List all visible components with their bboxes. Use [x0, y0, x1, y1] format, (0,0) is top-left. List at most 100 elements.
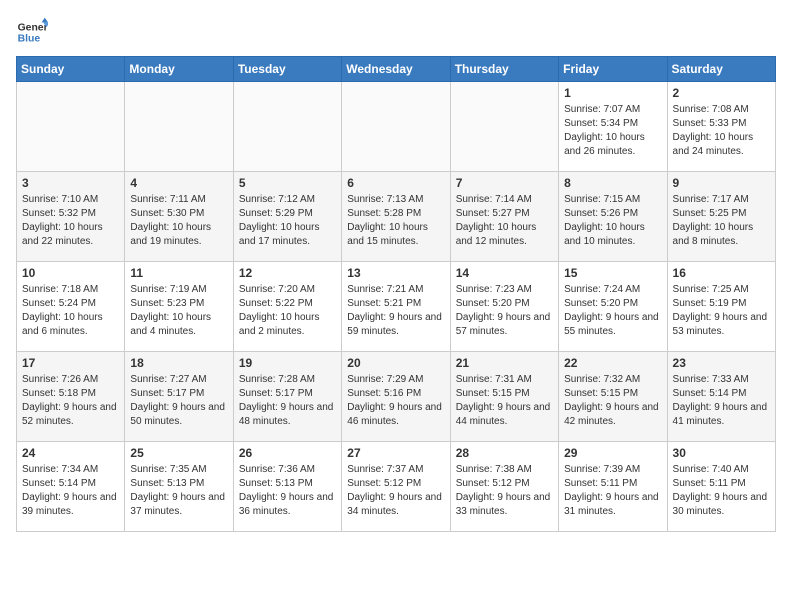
calendar-table: SundayMondayTuesdayWednesdayThursdayFrid… — [16, 56, 776, 532]
day-info: Sunrise: 7:37 AMSunset: 5:12 PMDaylight:… — [347, 463, 444, 519]
day-info: Sunrise: 7:31 AMSunset: 5:15 PMDaylight:… — [456, 373, 553, 429]
calendar-cell: 5 Sunrise: 7:12 AMSunset: 5:29 PMDaylight… — [233, 172, 341, 262]
header-day-saturday: Saturday — [667, 57, 775, 82]
calendar-cell: 9 Sunrise: 7:17 AMSunset: 5:25 PMDaylight… — [667, 172, 775, 262]
day-info: Sunrise: 7:17 AMSunset: 5:25 PMDaylight:… — [673, 193, 770, 249]
day-number: 11 — [130, 266, 227, 280]
day-info: Sunrise: 7:32 AMSunset: 5:15 PMDaylight:… — [564, 373, 661, 429]
calendar-cell: 16 Sunrise: 7:25 AMSunset: 5:19 PMDayligh… — [667, 262, 775, 352]
day-number: 15 — [564, 266, 661, 280]
day-number: 8 — [564, 176, 661, 190]
header: General Blue — [16, 16, 776, 48]
calendar-cell: 25Sunrise: 7:35 AMSunset: 5:13 PMDayligh… — [125, 442, 233, 532]
calendar-cell: 14 Sunrise: 7:23 AMSunset: 5:20 PMDayligh… — [450, 262, 558, 352]
day-info: Sunrise: 7:19 AMSunset: 5:23 PMDaylight:… — [130, 283, 227, 339]
header-day-monday: Monday — [125, 57, 233, 82]
calendar-cell: 24Sunrise: 7:34 AMSunset: 5:14 PMDayligh… — [17, 442, 125, 532]
day-number: 16 — [673, 266, 770, 280]
calendar-cell: 15 Sunrise: 7:24 AMSunset: 5:20 PMDayligh… — [559, 262, 667, 352]
header-day-sunday: Sunday — [17, 57, 125, 82]
day-info: Sunrise: 7:14 AMSunset: 5:27 PMDaylight:… — [456, 193, 553, 249]
calendar-week-3: 10Sunrise: 7:18 AMSunset: 5:24 PMDayligh… — [17, 262, 776, 352]
calendar-cell: 12 Sunrise: 7:20 AMSunset: 5:22 PMDayligh… — [233, 262, 341, 352]
calendar-body: 1 Sunrise: 7:07 AMSunset: 5:34 PMDaylight… — [17, 82, 776, 532]
day-info: Sunrise: 7:25 AMSunset: 5:19 PMDaylight:… — [673, 283, 770, 339]
calendar-week-2: 3 Sunrise: 7:10 AMSunset: 5:32 PMDaylight… — [17, 172, 776, 262]
day-number: 10 — [22, 266, 119, 280]
day-info: Sunrise: 7:11 AMSunset: 5:30 PMDaylight:… — [130, 193, 227, 249]
day-number: 5 — [239, 176, 336, 190]
calendar-cell: 7 Sunrise: 7:14 AMSunset: 5:27 PMDaylight… — [450, 172, 558, 262]
calendar-cell — [125, 82, 233, 172]
calendar-week-4: 17Sunrise: 7:26 AMSunset: 5:18 PMDayligh… — [17, 352, 776, 442]
day-info: Sunrise: 7:27 AMSunset: 5:17 PMDaylight:… — [130, 373, 227, 429]
day-number: 2 — [673, 86, 770, 100]
calendar-header: SundayMondayTuesdayWednesdayThursdayFrid… — [17, 57, 776, 82]
day-info: Sunrise: 7:12 AMSunset: 5:29 PMDaylight:… — [239, 193, 336, 249]
day-info: Sunrise: 7:21 AMSunset: 5:21 PMDaylight:… — [347, 283, 444, 339]
day-number: 1 — [564, 86, 661, 100]
calendar-cell: 21Sunrise: 7:31 AMSunset: 5:15 PMDayligh… — [450, 352, 558, 442]
calendar-cell — [450, 82, 558, 172]
day-number: 4 — [130, 176, 227, 190]
day-number: 9 — [673, 176, 770, 190]
day-number: 28 — [456, 446, 553, 460]
day-info: Sunrise: 7:39 AMSunset: 5:11 PMDaylight:… — [564, 463, 661, 519]
day-info: Sunrise: 7:29 AMSunset: 5:16 PMDaylight:… — [347, 373, 444, 429]
day-number: 14 — [456, 266, 553, 280]
calendar-cell: 10Sunrise: 7:18 AMSunset: 5:24 PMDayligh… — [17, 262, 125, 352]
day-info: Sunrise: 7:26 AMSunset: 5:18 PMDaylight:… — [22, 373, 119, 429]
calendar-cell: 18 Sunrise: 7:27 AMSunset: 5:17 PMDayligh… — [125, 352, 233, 442]
day-info: Sunrise: 7:33 AMSunset: 5:14 PMDaylight:… — [673, 373, 770, 429]
day-info: Sunrise: 7:35 AMSunset: 5:13 PMDaylight:… — [130, 463, 227, 519]
day-info: Sunrise: 7:15 AMSunset: 5:26 PMDaylight:… — [564, 193, 661, 249]
day-info: Sunrise: 7:20 AMSunset: 5:22 PMDaylight:… — [239, 283, 336, 339]
day-info: Sunrise: 7:08 AMSunset: 5:33 PMDaylight:… — [673, 103, 770, 159]
calendar-cell: 27 Sunrise: 7:37 AMSunset: 5:12 PMDayligh… — [342, 442, 450, 532]
day-number: 19 — [239, 356, 336, 370]
calendar-cell: 26Sunrise: 7:36 AMSunset: 5:13 PMDayligh… — [233, 442, 341, 532]
calendar-cell: 23 Sunrise: 7:33 AMSunset: 5:14 PMDayligh… — [667, 352, 775, 442]
header-day-thursday: Thursday — [450, 57, 558, 82]
calendar-cell: 2 Sunrise: 7:08 AMSunset: 5:33 PMDaylight… — [667, 82, 775, 172]
calendar-cell: 1 Sunrise: 7:07 AMSunset: 5:34 PMDaylight… — [559, 82, 667, 172]
day-number: 22 — [564, 356, 661, 370]
day-number: 6 — [347, 176, 444, 190]
day-number: 27 — [347, 446, 444, 460]
svg-text:Blue: Blue — [18, 34, 41, 45]
calendar-cell: 30 Sunrise: 7:40 AMSunset: 5:11 PMDayligh… — [667, 442, 775, 532]
calendar-cell: 22 Sunrise: 7:32 AMSunset: 5:15 PMDayligh… — [559, 352, 667, 442]
calendar-cell — [17, 82, 125, 172]
day-number: 30 — [673, 446, 770, 460]
day-info: Sunrise: 7:24 AMSunset: 5:20 PMDaylight:… — [564, 283, 661, 339]
header-day-wednesday: Wednesday — [342, 57, 450, 82]
calendar-cell: 19Sunrise: 7:28 AMSunset: 5:17 PMDayligh… — [233, 352, 341, 442]
calendar-cell: 3 Sunrise: 7:10 AMSunset: 5:32 PMDaylight… — [17, 172, 125, 262]
calendar-week-1: 1 Sunrise: 7:07 AMSunset: 5:34 PMDaylight… — [17, 82, 776, 172]
calendar-cell — [233, 82, 341, 172]
calendar-cell: 11 Sunrise: 7:19 AMSunset: 5:23 PMDayligh… — [125, 262, 233, 352]
calendar-cell: 8 Sunrise: 7:15 AMSunset: 5:26 PMDaylight… — [559, 172, 667, 262]
calendar-cell: 13 Sunrise: 7:21 AMSunset: 5:21 PMDayligh… — [342, 262, 450, 352]
calendar-cell: 17Sunrise: 7:26 AMSunset: 5:18 PMDayligh… — [17, 352, 125, 442]
day-number: 23 — [673, 356, 770, 370]
calendar-cell: 6 Sunrise: 7:13 AMSunset: 5:28 PMDaylight… — [342, 172, 450, 262]
calendar-week-5: 24Sunrise: 7:34 AMSunset: 5:14 PMDayligh… — [17, 442, 776, 532]
logo-icon: General Blue — [16, 16, 48, 48]
day-number: 7 — [456, 176, 553, 190]
day-info: Sunrise: 7:40 AMSunset: 5:11 PMDaylight:… — [673, 463, 770, 519]
day-number: 13 — [347, 266, 444, 280]
day-number: 12 — [239, 266, 336, 280]
day-number: 20 — [347, 356, 444, 370]
day-info: Sunrise: 7:07 AMSunset: 5:34 PMDaylight:… — [564, 103, 661, 159]
header-day-tuesday: Tuesday — [233, 57, 341, 82]
day-number: 3 — [22, 176, 119, 190]
calendar-cell: 4 Sunrise: 7:11 AMSunset: 5:30 PMDaylight… — [125, 172, 233, 262]
day-number: 18 — [130, 356, 227, 370]
day-info: Sunrise: 7:23 AMSunset: 5:20 PMDaylight:… — [456, 283, 553, 339]
day-number: 24 — [22, 446, 119, 460]
calendar-cell: 28Sunrise: 7:38 AMSunset: 5:12 PMDayligh… — [450, 442, 558, 532]
day-info: Sunrise: 7:10 AMSunset: 5:32 PMDaylight:… — [22, 193, 119, 249]
day-info: Sunrise: 7:13 AMSunset: 5:28 PMDaylight:… — [347, 193, 444, 249]
day-info: Sunrise: 7:36 AMSunset: 5:13 PMDaylight:… — [239, 463, 336, 519]
